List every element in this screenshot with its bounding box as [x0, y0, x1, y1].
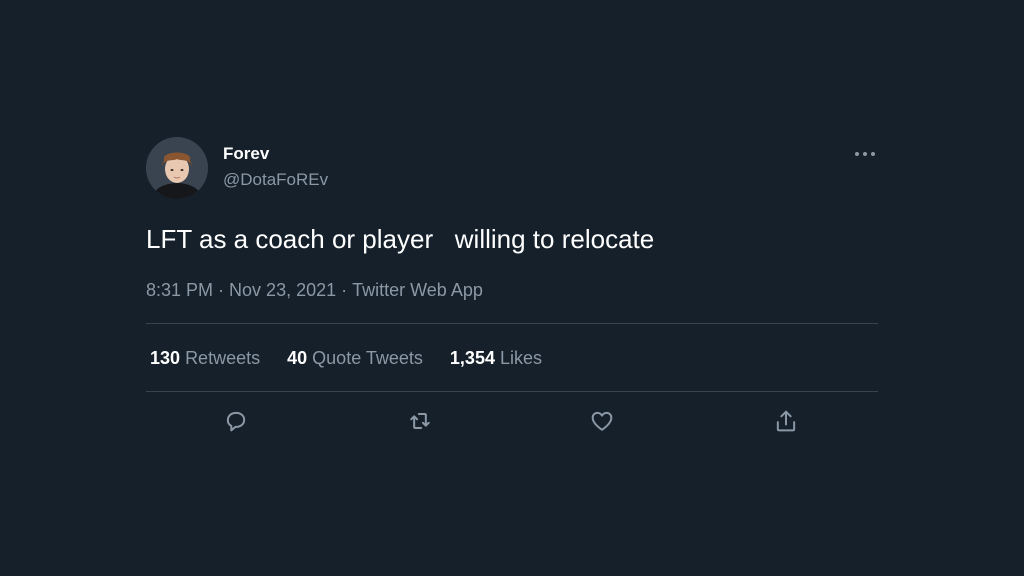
- user-names: Forev @DotaFoREv: [223, 144, 328, 191]
- avatar-image: [146, 137, 208, 199]
- display-name[interactable]: Forev: [223, 144, 328, 164]
- reply-icon[interactable]: [222, 407, 252, 437]
- meta-separator: ·: [341, 280, 348, 300]
- likes-count: 1,354: [449, 348, 495, 368]
- retweets-stat[interactable]: 130 Retweets: [150, 346, 260, 370]
- divider: [146, 391, 878, 392]
- likes-stat[interactable]: 1,354 Likes: [450, 346, 542, 370]
- tweet-actions: [146, 407, 878, 437]
- tweet-card: Forev @DotaFoREv LFT as a coach or playe…: [146, 135, 878, 432]
- tweet-stats: 130 Retweets 40 Quote Tweets 1,354 Likes: [150, 346, 564, 370]
- tweet-date[interactable]: Nov 23, 2021: [229, 280, 336, 300]
- meta-separator: ·: [218, 280, 225, 300]
- tweet-source[interactable]: Twitter Web App: [352, 280, 483, 300]
- likes-label: Likes: [499, 348, 543, 368]
- like-icon[interactable]: [588, 407, 618, 437]
- tweet-time[interactable]: 8:31 PM: [146, 280, 213, 300]
- tweet-text: LFT as a coach or player willing to relo…: [146, 224, 655, 254]
- retweets-count: 130: [150, 348, 181, 368]
- page: Forev @DotaFoREv LFT as a coach or playe…: [0, 0, 1024, 576]
- retweets-label: Retweets: [185, 348, 261, 368]
- tweet-meta: 8:31 PM · Nov 23, 2021 · Twitter Web App: [146, 278, 483, 302]
- more-options-icon[interactable]: [852, 143, 878, 165]
- avatar[interactable]: [146, 137, 208, 199]
- user-handle[interactable]: @DotaFoREv: [223, 169, 328, 191]
- divider: [146, 323, 878, 324]
- quote-tweets-label: Quote Tweets: [312, 348, 423, 368]
- quote-tweets-count: 40: [287, 348, 308, 368]
- retweet-icon[interactable]: [406, 407, 436, 437]
- share-icon[interactable]: [772, 407, 802, 437]
- tweet-header: Forev @DotaFoREv: [146, 135, 878, 199]
- quote-tweets-stat[interactable]: 40 Quote Tweets: [287, 346, 423, 370]
